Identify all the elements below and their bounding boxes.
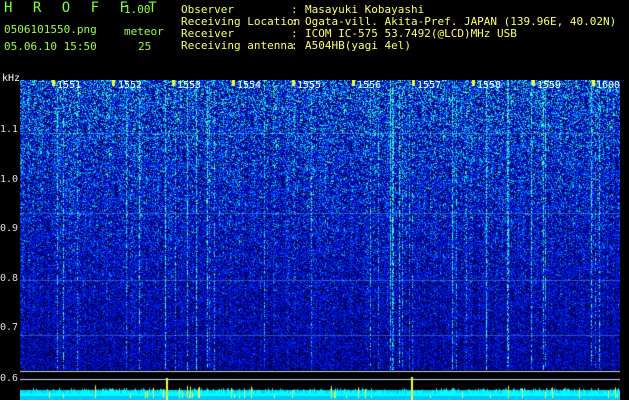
y-tick: 1.0: [0, 174, 19, 185]
info-colon: :: [291, 39, 298, 52]
y-tick: 0.9: [0, 223, 19, 234]
y-tick: 0.6: [0, 373, 19, 384]
y-tick: 0.8: [0, 273, 19, 284]
spectrogram-canvas: [20, 80, 620, 400]
info-row-antenna: Receiving antenna: A504HB(yagi 4el): [181, 40, 616, 52]
time-mark: 1557: [417, 80, 442, 91]
time-mark: 1553: [177, 80, 202, 91]
file-name: 0506101550.png: [4, 23, 97, 36]
time-mark: 1600: [596, 80, 621, 91]
time-mark: 1554: [237, 80, 262, 91]
time-mark: 1551: [57, 80, 82, 91]
info-label: Receiving antenna: [181, 39, 294, 52]
spectrogram-panel: [20, 80, 620, 400]
y-tick: 1.1: [0, 124, 19, 135]
app-version: 1.00: [124, 3, 151, 16]
time-mark: 1552: [118, 80, 143, 91]
time-mark: 1559: [537, 80, 562, 91]
time-mark: 1556: [357, 80, 382, 91]
datetime: 05.06.10 15:50: [4, 40, 97, 53]
meteor-label: meteor: [124, 25, 164, 38]
y-axis-unit: kHz: [2, 73, 21, 84]
meteor-count: 25: [138, 40, 152, 53]
time-mark: 1558: [477, 80, 502, 91]
station-info: Observer: Masayuki Kobayashi Receiving Lo…: [181, 4, 616, 52]
y-tick: 0.7: [0, 322, 19, 333]
time-mark: 1555: [297, 80, 322, 91]
info-value: A504HB(yagi 4el): [305, 39, 411, 52]
